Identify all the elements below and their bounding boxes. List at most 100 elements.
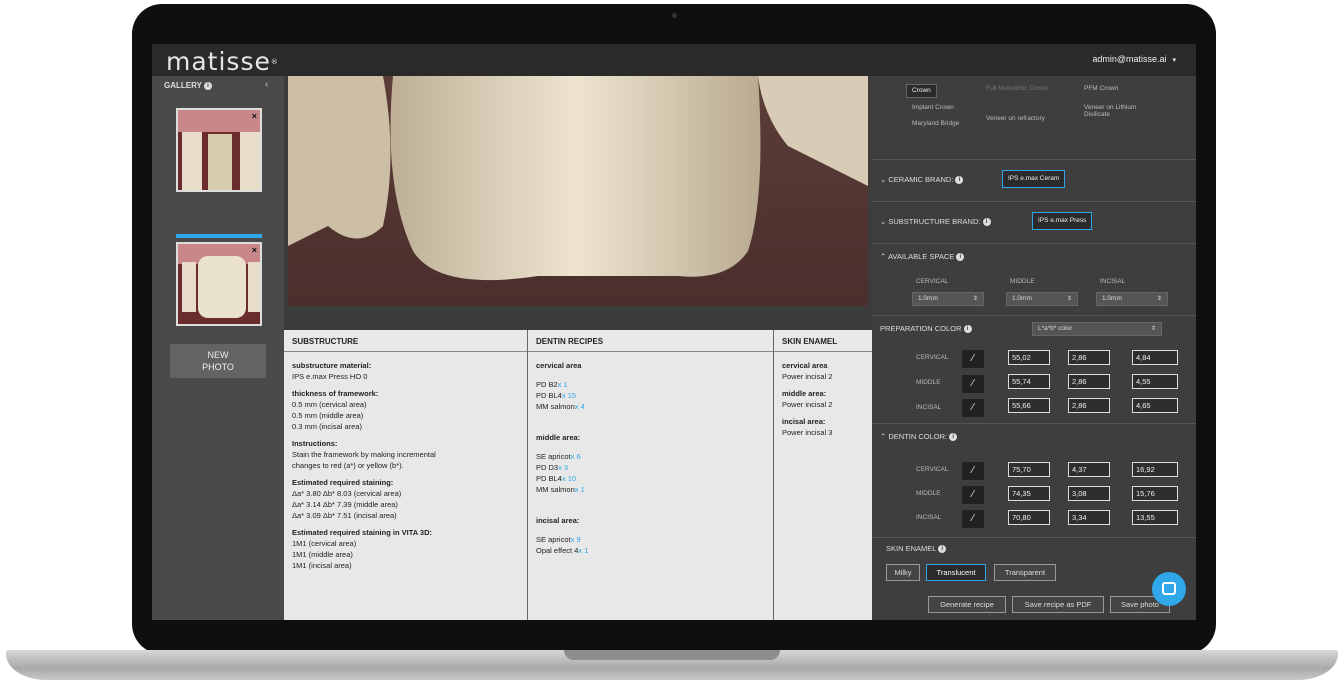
recipe-report: SUBSTRUCTURE substructure material: IPS … [284,330,872,620]
dentin-l-incisal[interactable]: 70,80 [1008,510,1050,525]
space-col-middle: MIDDLE [1010,278,1035,285]
prep-b-middle[interactable]: 4,55 [1132,374,1178,389]
eyedropper-icon[interactable]: ⁄ [962,399,984,417]
enamel-cervical-heading: cervical area [782,361,828,370]
eyedropper-icon[interactable]: ⁄ [962,462,984,480]
row-label: INCISAL [916,514,942,521]
available-space-text: AVAILABLE SPACE [887,252,955,261]
info-icon[interactable]: i [963,325,972,334]
space-middle-select[interactable]: 1.0mm ⇕ [1006,292,1078,306]
type-option-veneer-refractory[interactable]: Veneer on refractory [986,115,1046,122]
app-logo[interactable]: matisse® [166,49,279,75]
preparation-color-label: PREPARATION COLOR i [880,324,972,334]
gallery-label-text: GALLERY [164,81,202,90]
thickness-middle: 0.5 mm (middle area) [292,411,364,420]
vita-cervical: 1M1 (cervical area) [292,539,357,548]
instructions-line-1: Stain the framework by making incrementa… [292,450,436,459]
gallery-thumbnail-2[interactable]: × [176,242,262,326]
active-thumbnail-indicator [176,234,262,238]
dentin-recipes-column: DENTIN RECIPES cervical area PD B2x 1 PD… [528,330,774,620]
logo-text: matisse [166,47,271,76]
save-pdf-button[interactable]: Save recipe as PDF [1012,596,1104,613]
substructure-column: SUBSTRUCTURE substructure material: IPS … [284,330,528,620]
type-option-full-monolithic[interactable]: Full Monolithic Crown [986,85,1056,92]
dentin-color-text: DENTIN COLOR: [888,432,948,441]
stepper-icon: ⇕ [1066,296,1072,302]
substructure-heading: SUBSTRUCTURE [284,330,527,352]
thickness-incisal: 0.3 mm (incisal area) [292,422,363,431]
ceramic-brand-label: ⌄ CERAMIC BRAND: i [880,175,964,185]
eyedropper-icon[interactable]: ⁄ [962,375,984,393]
eyedropper-icon[interactable]: ⁄ [962,510,984,528]
space-incisal-select[interactable]: 1.0mm ⇕ [1096,292,1168,306]
space-col-incisal: INCISAL [1100,278,1126,285]
enamel-cervical-value: Power incisal 2 [782,372,833,381]
color-space-select[interactable]: L*a*b* color ⇕ [1032,322,1162,336]
recipe-line: PD B2x 1 [536,379,765,390]
skin-option-translucent[interactable]: Translucent [926,564,986,581]
prep-l-middle[interactable]: 55,74 [1008,374,1050,389]
recipe-material: PD D3 [536,463,559,472]
recipe-line: Opal effect 4x 1 [536,545,765,556]
prep-l-incisal[interactable]: 55,66 [1008,398,1050,413]
dentin-b-middle[interactable]: 15,76 [1132,486,1178,501]
skin-option-milky[interactable]: Milky [886,564,920,581]
info-icon[interactable]: i [938,545,947,554]
close-icon[interactable]: × [252,245,257,255]
vita-incisal: 1M1 (incisal area) [292,561,352,570]
space-cervical-value: 1.0mm [918,295,938,302]
tooth-photo[interactable] [288,76,868,306]
skin-option-transparent[interactable]: Transparent [994,564,1056,581]
recipe-line: PD D3x 3 [536,462,765,473]
type-option-implant-crown[interactable]: Implant Crown [912,104,982,111]
chat-button[interactable] [1152,572,1186,606]
logo-registered-mark: ® [270,58,279,66]
prep-b-cervical[interactable]: 4,84 [1132,350,1178,365]
recipe-line: MM salmonx 4 [536,401,765,412]
prep-b-incisal[interactable]: 4,65 [1132,398,1178,413]
prep-l-cervical[interactable]: 55,02 [1008,350,1050,365]
space-cervical-select[interactable]: 1.0mm ⇕ [912,292,984,306]
ceramic-brand-select[interactable]: IPS e.max Ceram [1002,170,1066,188]
prep-a-incisal[interactable]: 2,86 [1068,398,1110,413]
dentin-l-middle[interactable]: 74,35 [1008,486,1050,501]
stepper-icon: ⇕ [1150,326,1156,332]
new-photo-button[interactable]: NEW PHOTO [170,344,266,378]
restoration-type-section: Crown Full Monolithic Crown PFM Crown Im… [872,76,1196,160]
eyedropper-icon[interactable]: ⁄ [962,350,984,368]
type-option-crown[interactable]: Crown [906,84,937,98]
info-icon[interactable]: i [949,433,958,442]
app-screen: matisse® admin@matisse.ai ▾ GALLERY i ‹ × [152,44,1196,620]
info-icon[interactable]: i [982,218,991,227]
generate-recipe-button[interactable]: Generate recipe [928,596,1006,613]
dentin-l-cervical[interactable]: 75,70 [1008,462,1050,477]
collapse-icon[interactable]: ‹ [265,79,268,90]
info-icon[interactable]: i [956,253,965,262]
type-option-veneer-lithium[interactable]: Veneer on Lithium Disilicate [1084,104,1144,118]
substructure-brand-select[interactable]: IPS e.max Press [1032,212,1093,230]
row-label: INCISAL [916,404,942,411]
recipe-quantity: x 1 [578,546,589,555]
dentin-a-cervical[interactable]: 4,37 [1068,462,1110,477]
space-col-cervical: CERVICAL [916,278,949,285]
gallery-thumbnail-1[interactable]: × [176,108,262,192]
dentin-incisal-heading: incisal area: [536,516,580,525]
laptop-notch [564,650,780,660]
prep-a-cervical[interactable]: 2,86 [1068,350,1110,365]
user-menu[interactable]: admin@matisse.ai ▾ [1092,54,1176,64]
close-icon[interactable]: × [252,111,257,121]
dentin-b-cervical[interactable]: 16,92 [1132,462,1178,477]
substructure-brand-label: ⌄ SUBSTRUCTURE BRAND: i [880,217,991,227]
type-option-pfm-crown[interactable]: PFM Crown [1084,85,1154,92]
dentin-a-incisal[interactable]: 3,34 [1068,510,1110,525]
info-icon[interactable]: i [204,81,213,90]
prep-a-middle[interactable]: 2,86 [1068,374,1110,389]
dentin-a-middle[interactable]: 3,08 [1068,486,1110,501]
row-label: CERVICAL [916,354,949,361]
type-option-maryland-bridge[interactable]: Maryland Bridge [912,120,962,127]
enamel-middle-heading: middle area: [782,389,827,398]
eyedropper-icon[interactable]: ⁄ [962,486,984,504]
dentin-b-incisal[interactable]: 13,55 [1132,510,1178,525]
enamel-incisal-heading: incisal area: [782,417,826,426]
info-icon[interactable]: i [955,176,964,185]
